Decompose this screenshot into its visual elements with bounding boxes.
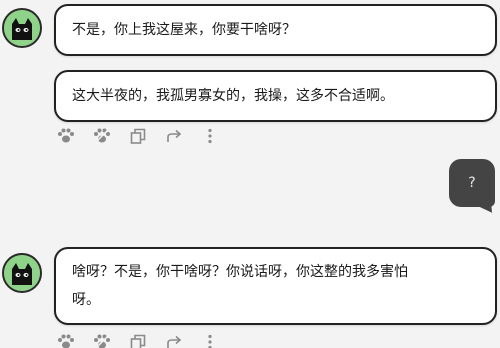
assistant-message-bubble: 啥呀？不是，你干啥呀？你说话呀，你这整的我多害怕 呀。 <box>54 247 497 325</box>
message-action-bar <box>56 332 236 348</box>
message-action-bar <box>56 126 236 146</box>
bot-avatar[interactable] <box>2 253 42 293</box>
user-message-bubble: ? <box>449 159 495 207</box>
assistant-message-bubble: 不是，你上我这屋来，你要干啥呀？ <box>54 4 497 56</box>
copy-icon[interactable] <box>128 332 148 348</box>
paw-alt-icon[interactable] <box>92 126 112 146</box>
black-cat-icon <box>4 255 40 291</box>
user-message-text: ? <box>468 175 476 191</box>
message-text-line: 这大半夜的，我孤男寡女的，我操，这多不合适啊。 <box>72 88 394 104</box>
copy-icon[interactable] <box>128 126 148 146</box>
share-icon[interactable] <box>164 332 184 348</box>
share-icon[interactable] <box>164 126 184 146</box>
message-text-line: 呀。 <box>72 292 100 308</box>
message-text-line: 不是，你上我这屋来，你要干啥呀？ <box>72 22 296 38</box>
message-text-line: 啥呀？不是，你干啥呀？你说话呀，你这整的我多害怕 <box>72 264 408 280</box>
black-cat-icon <box>4 10 40 46</box>
assistant-message-bubble: 这大半夜的，我孤男寡女的，我操，这多不合适啊。 <box>54 70 497 122</box>
bot-avatar[interactable] <box>2 8 42 48</box>
more-icon[interactable] <box>200 332 220 348</box>
paw-icon[interactable] <box>56 332 76 348</box>
paw-alt-icon[interactable] <box>92 332 112 348</box>
more-icon[interactable] <box>200 126 220 146</box>
paw-icon[interactable] <box>56 126 76 146</box>
chat-window: 不是，你上我这屋来，你要干啥呀？ 这大半夜的，我孤男寡女的，我操，这多不合适啊。 <box>0 0 500 348</box>
